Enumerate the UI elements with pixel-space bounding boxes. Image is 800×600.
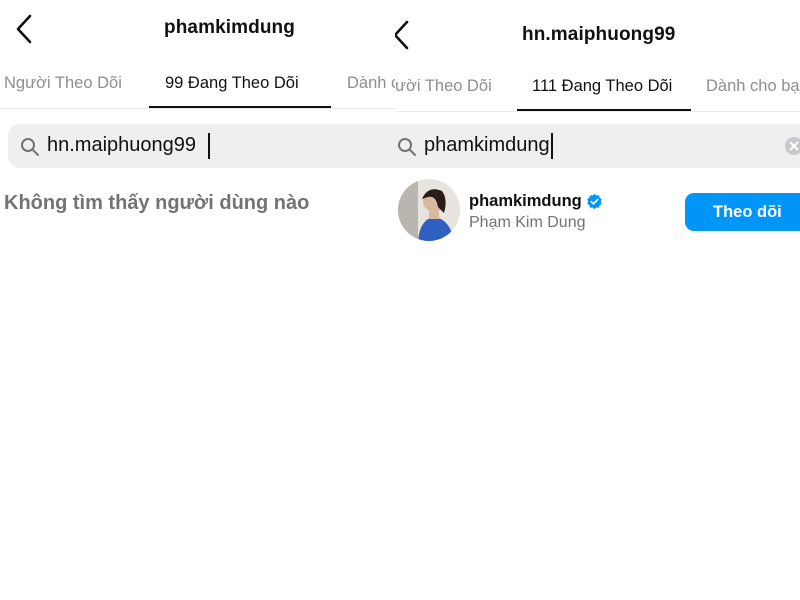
back-button[interactable]: [395, 18, 415, 52]
tabs-divider: [395, 111, 800, 112]
tab-suggested[interactable]: Dành cho bạ: [706, 63, 800, 109]
page-title: phamkimdung: [164, 17, 295, 38]
search-value: hn.maiphuong99: [47, 134, 197, 156]
search-result-row[interactable]: phamkimdung Phạm Kim Dung Theo dõi: [395, 176, 800, 248]
search-icon: [21, 138, 39, 156]
tab-following[interactable]: 111 Đang Theo Dõi: [532, 63, 672, 109]
tab-followers[interactable]: ười Theo Dõi: [395, 63, 492, 109]
clear-search-button[interactable]: [784, 136, 800, 156]
back-button[interactable]: [12, 12, 38, 46]
clear-icon: [785, 137, 800, 155]
tab-suggested[interactable]: Dành c: [347, 60, 399, 106]
chevron-left-icon: [16, 14, 32, 44]
search-icon: [398, 138, 416, 156]
result-username: phamkimdung: [469, 192, 582, 210]
tab-followers[interactable]: Người Theo Dõi: [4, 60, 122, 106]
profile-photo: [398, 179, 460, 241]
page-title: hn.maiphuong99: [522, 24, 676, 45]
result-full-name: Phạm Kim Dung: [469, 214, 586, 231]
tab-bar: ười Theo Dõi 111 Đang Theo Dõi Dành cho …: [395, 63, 800, 111]
search-input[interactable]: hn.maiphuong99: [8, 124, 405, 168]
search-input[interactable]: phamkimdung: [395, 124, 800, 168]
screenshot-composite: phamkimdung Người Theo Dõi 99 Đang Theo …: [0, 0, 800, 600]
verified-badge-icon: [587, 193, 602, 210]
left-panel: phamkimdung Người Theo Dõi 99 Đang Theo …: [0, 0, 405, 600]
follow-button[interactable]: Theo dõi: [685, 193, 800, 231]
chevron-left-icon: [395, 20, 409, 50]
tab-following[interactable]: 99 Đang Theo Dõi: [165, 60, 299, 106]
text-caret: [551, 133, 553, 159]
tab-bar: Người Theo Dõi 99 Đang Theo Dõi Dành c: [0, 60, 405, 108]
avatar[interactable]: [398, 179, 460, 241]
right-panel: hn.maiphuong99 ười Theo Dõi 111 Đang The…: [395, 0, 800, 600]
empty-state-message: Không tìm thấy người dùng nào: [4, 192, 310, 214]
search-value: phamkimdung: [424, 134, 550, 156]
tabs-divider: [0, 108, 405, 109]
text-caret: [208, 133, 210, 159]
